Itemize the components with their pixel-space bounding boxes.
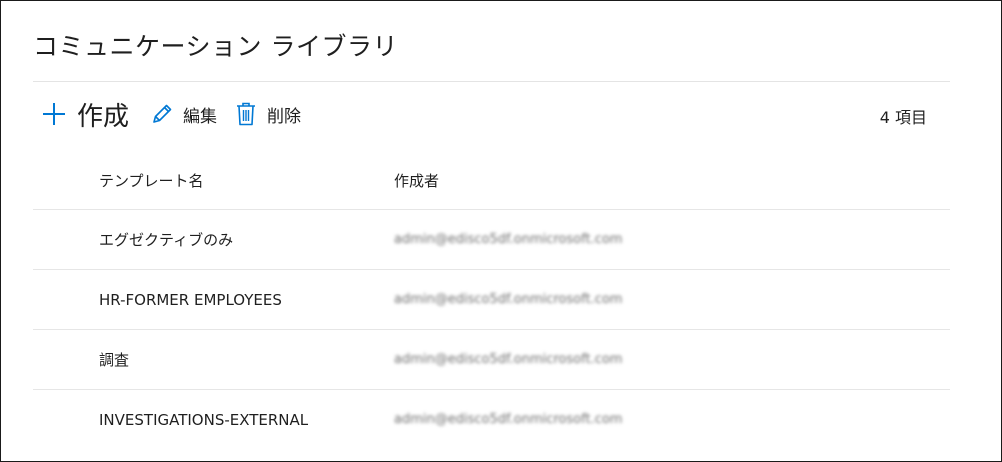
edit-button[interactable]: 編集	[149, 101, 217, 127]
table-row[interactable]: INVESTIGATIONS-EXTERNAL admin@edisco5df.…	[33, 390, 950, 449]
created-by: admin@edisco5df.onmicrosoft.com	[394, 352, 623, 367]
edit-button-label: 編集	[183, 106, 218, 127]
delete-button[interactable]: 削除	[235, 101, 301, 127]
table-row[interactable]: HR-FORMER EMPLOYEES admin@edisco5df.onmi…	[33, 270, 950, 330]
create-button-label: 作成	[77, 101, 130, 132]
communication-library-panel: コミュニケーション ライブラリ 作成 編集 削除 4 項目 テンプレート名 作成…	[0, 0, 1002, 462]
toolbar: 作成 編集 削除	[39, 93, 301, 135]
template-name: エグゼクティブのみ	[99, 231, 234, 249]
pencil-icon	[149, 101, 175, 127]
create-button[interactable]: 作成	[39, 96, 129, 133]
item-count: 4 項目	[879, 108, 927, 127]
table-row[interactable]: 調査 admin@edisco5df.onmicrosoft.com	[33, 330, 950, 390]
delete-button-label: 削除	[267, 106, 302, 127]
trash-icon	[235, 101, 257, 127]
title-divider	[33, 81, 950, 82]
column-header-created-by[interactable]: 作成者	[394, 170, 439, 191]
plus-icon	[39, 99, 69, 129]
created-by: admin@edisco5df.onmicrosoft.com	[394, 232, 623, 247]
table-header: テンプレート名 作成者	[33, 151, 950, 210]
table-row[interactable]: エグゼクティブのみ admin@edisco5df.onmicrosoft.co…	[33, 210, 950, 270]
template-name: HR-FORMER EMPLOYEES	[99, 290, 282, 309]
template-name: INVESTIGATIONS-EXTERNAL	[99, 410, 309, 429]
created-by: admin@edisco5df.onmicrosoft.com	[394, 412, 623, 427]
created-by: admin@edisco5df.onmicrosoft.com	[394, 292, 623, 307]
page-title: コミュニケーション ライブラリ	[33, 32, 398, 61]
template-name: 調査	[99, 351, 130, 369]
column-header-template-name[interactable]: テンプレート名	[99, 170, 204, 191]
templates-table: テンプレート名 作成者 エグゼクティブのみ admin@edisco5df.on…	[33, 151, 950, 449]
